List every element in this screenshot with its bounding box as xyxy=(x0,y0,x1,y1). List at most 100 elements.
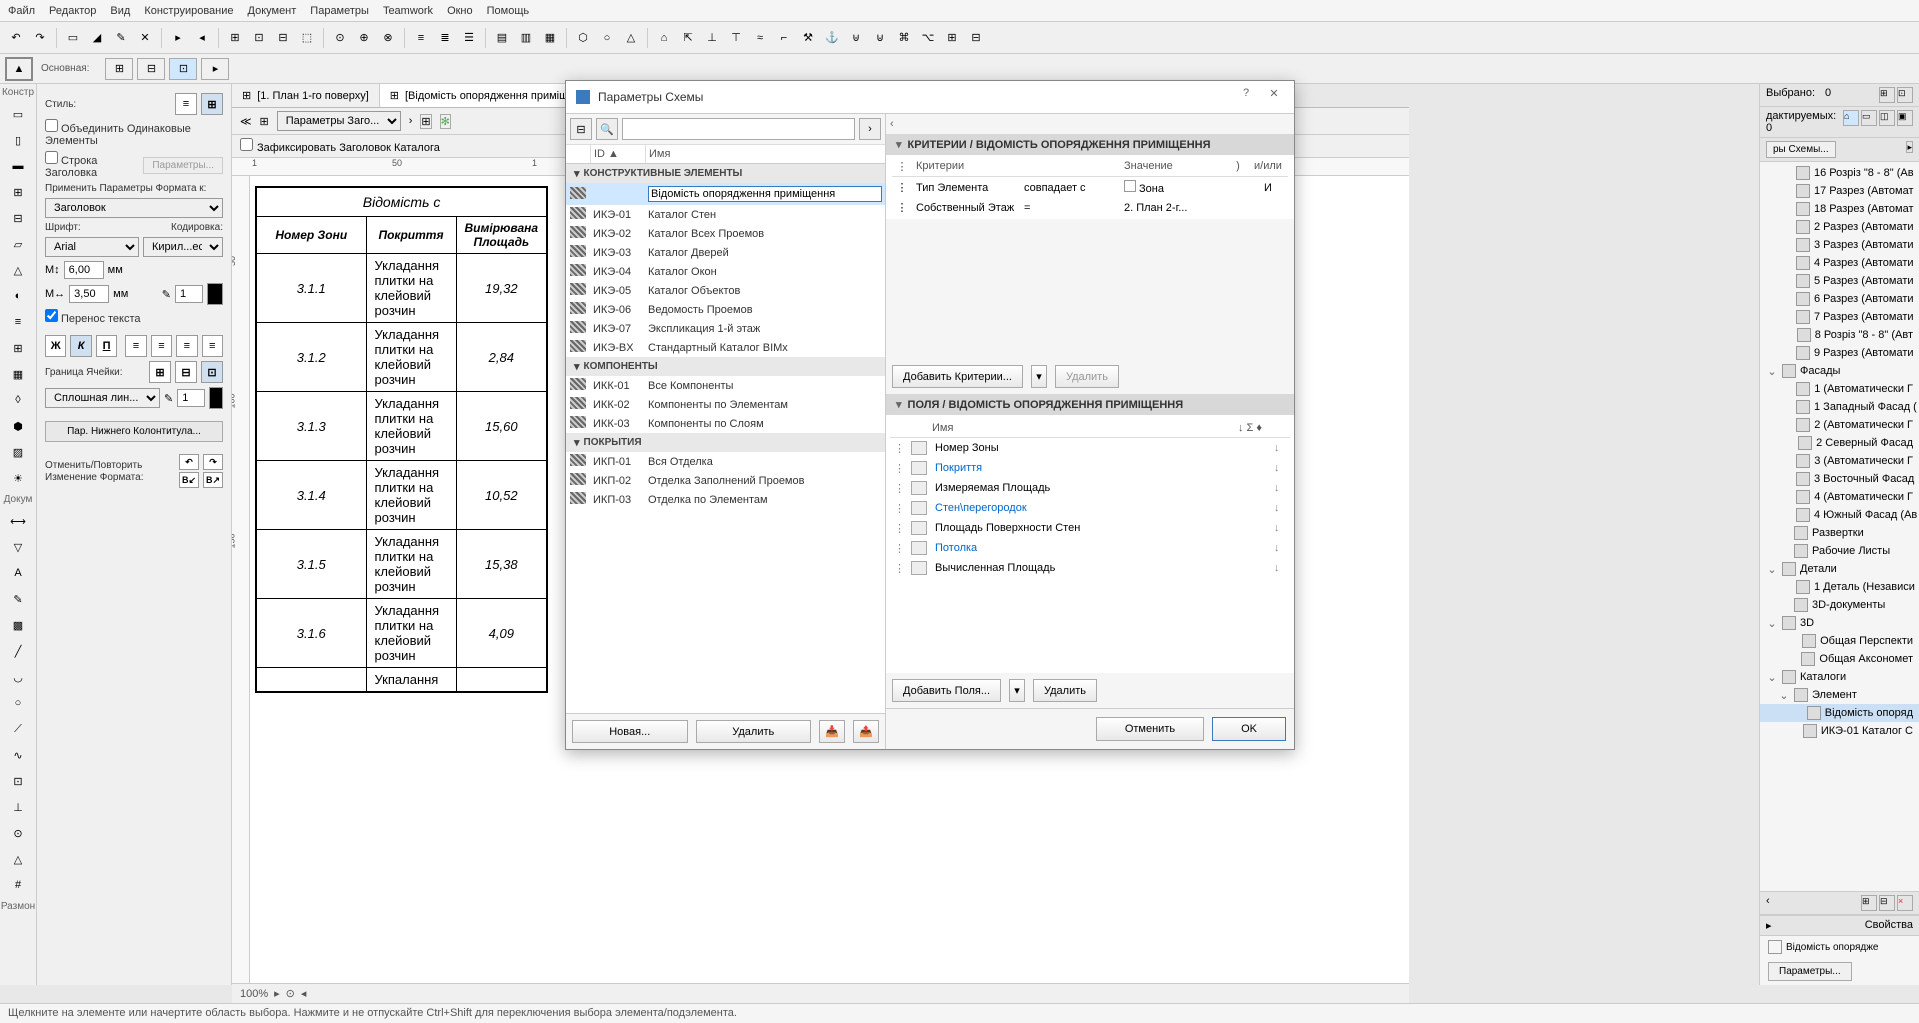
schema-list-item[interactable]: ИКЭ-03Каталог Дверей xyxy=(566,243,885,262)
menu-window[interactable]: Окно xyxy=(447,5,473,17)
tree-item[interactable]: 2 Разрез (Автомати xyxy=(1760,218,1919,236)
list-category[interactable]: ▾ КОМПОНЕНТЫ xyxy=(566,357,885,376)
area-cell[interactable] xyxy=(456,668,547,693)
tool-btn[interactable]: ⊙ xyxy=(329,27,351,49)
sort-icon[interactable]: ↓ xyxy=(1274,542,1288,554)
tool-btn[interactable]: ✎ xyxy=(110,27,132,49)
tool-btn[interactable]: ⊥ xyxy=(701,27,723,49)
style-grid-icon[interactable]: ⊞ xyxy=(201,93,223,115)
pen-input[interactable] xyxy=(175,285,203,303)
tool-btn[interactable]: ⬚ xyxy=(296,27,318,49)
stair-tool-icon[interactable]: ≡ xyxy=(3,311,33,333)
change-tool-icon[interactable]: △ xyxy=(3,848,33,870)
tree-item[interactable]: 3D-документы xyxy=(1760,596,1919,614)
cancel-button[interactable]: Отменить xyxy=(1096,717,1204,741)
tree-item[interactable]: ⌄Фасады xyxy=(1760,362,1919,380)
tree-item[interactable]: Відомість опоряд xyxy=(1760,704,1919,722)
area-cell[interactable]: 15,38 xyxy=(456,530,547,599)
color-swatch[interactable] xyxy=(207,283,223,305)
redo-format-icon[interactable]: ↷ xyxy=(203,454,223,470)
tool-btn[interactable]: ⚓ xyxy=(821,27,843,49)
undo-icon[interactable]: ↶ xyxy=(5,27,27,49)
style-list-icon[interactable]: ≡ xyxy=(175,93,197,115)
merge-checkbox[interactable]: Объединить Одинаковые Элементы xyxy=(45,119,223,147)
align-center-icon[interactable]: ≡ xyxy=(151,335,172,357)
tree-item[interactable]: ИКЭ-01 Каталог С xyxy=(1760,722,1919,740)
list-category[interactable]: ▾ КОНСТРУКТИВНЫЕ ЭЛЕМЕНТЫ xyxy=(566,164,885,183)
italic-button[interactable]: К xyxy=(70,335,91,357)
tool-btn[interactable]: ▦ xyxy=(539,27,561,49)
tool-btn[interactable]: ⊤ xyxy=(725,27,747,49)
menu-document[interactable]: Документ xyxy=(248,5,297,17)
slab-tool-icon[interactable]: ▱ xyxy=(3,233,33,255)
mode-btn[interactable]: ⊞ xyxy=(105,58,133,80)
mesh-tool-icon[interactable]: ⊞ xyxy=(3,337,33,359)
list-hdr-id[interactable]: ID ▲ xyxy=(590,145,645,163)
drag-handle[interactable]: ⋮ xyxy=(892,181,912,194)
wrap-checkbox[interactable]: Перенос текста xyxy=(45,309,141,325)
tree-toggle-icon[interactable]: ⌄ xyxy=(1766,617,1778,630)
window-tool-icon[interactable]: ⊞ xyxy=(3,181,33,203)
schema-list-item[interactable]: ИКЭ-07Экспликация 1-й этаж xyxy=(566,319,885,338)
tool-btn[interactable]: ⌥ xyxy=(917,27,939,49)
align-justify-icon[interactable]: ≡ xyxy=(202,335,223,357)
area-cell[interactable]: 19,32 xyxy=(456,254,547,323)
tool-btn[interactable]: ⊍ xyxy=(869,27,891,49)
search-icon[interactable]: 🔍 xyxy=(596,118,618,140)
footer-params-button[interactable]: Пар. Нижнего Колонтитула... xyxy=(45,421,223,442)
tool-btn[interactable]: ☰ xyxy=(458,27,480,49)
schema-list-item[interactable]: ИКП-03Отделка по Элементам xyxy=(566,490,885,509)
tool-btn[interactable]: ⊗ xyxy=(377,27,399,49)
menu-help[interactable]: Помощь xyxy=(487,5,530,17)
cover-cell[interactable]: Укладання плитки на клейовий розчин xyxy=(366,254,456,323)
schema-list-item[interactable]: ИКЭ-04Каталог Окон xyxy=(566,262,885,281)
cover-cell[interactable]: Укладання плитки на клейовий розчин xyxy=(366,599,456,668)
menu-editor[interactable]: Редактор xyxy=(49,5,96,17)
format-btn[interactable]: ⊞ xyxy=(420,114,431,129)
tree-item[interactable]: ⌄Каталоги xyxy=(1760,668,1919,686)
border-mode-icon[interactable]: ⊞ xyxy=(149,361,171,383)
shell-tool-icon[interactable]: ◐ xyxy=(3,285,33,307)
fields-dropdown-icon[interactable]: ▾ xyxy=(1009,679,1025,702)
tree-item[interactable]: 17 Разрез (Автомат xyxy=(1760,182,1919,200)
tool-btn[interactable]: △ xyxy=(620,27,642,49)
drag-handle[interactable]: ⋮ xyxy=(892,502,907,515)
tool-btn[interactable]: ⌘ xyxy=(893,27,915,49)
tool-btn[interactable]: ⊡ xyxy=(248,27,270,49)
zone-cell[interactable]: 3.1.2 xyxy=(256,323,366,392)
zoom-nav-icon[interactable]: ◂ xyxy=(301,987,307,1000)
line-color-swatch[interactable] xyxy=(209,387,223,409)
tree-item[interactable]: 2 (Автоматически Г xyxy=(1760,416,1919,434)
nav-action-icon[interactable]: × xyxy=(1897,895,1913,911)
tree-item[interactable]: Рабочие Листы xyxy=(1760,542,1919,560)
criteria-row[interactable]: ⋮Собственный Этаж=2. План 2-г... xyxy=(892,198,1288,217)
align-right-icon[interactable]: ≡ xyxy=(176,335,197,357)
tool-btn[interactable]: ▭ xyxy=(62,27,84,49)
line-style-select[interactable]: Сплошная лин... xyxy=(45,388,160,408)
clear-icon[interactable]: › xyxy=(859,118,881,140)
schema-name-input[interactable] xyxy=(648,186,882,202)
morph-tool-icon[interactable]: ◊ xyxy=(3,389,33,411)
tree-item[interactable]: 18 Разрез (Автомат xyxy=(1760,200,1919,218)
lamp-tool-icon[interactable]: ☀ xyxy=(3,467,33,489)
cover-cell[interactable]: Укпалання xyxy=(366,668,456,693)
nav-mode-icon[interactable]: ▭ xyxy=(1861,110,1877,126)
tree-toggle-icon[interactable]: ⌄ xyxy=(1766,671,1778,684)
menu-options[interactable]: Параметры xyxy=(310,5,369,17)
border-mode-icon[interactable]: ⊟ xyxy=(175,361,197,383)
cover-cell[interactable]: Укладання плитки на клейовий розчин xyxy=(366,530,456,599)
search-input[interactable] xyxy=(622,118,855,140)
field-row[interactable]: ⋮Стен\перегородок↓ xyxy=(890,498,1290,518)
tool-btn[interactable]: ○ xyxy=(596,27,618,49)
border-mode-icon[interactable]: ⊡ xyxy=(201,361,223,383)
nav-action-icon[interactable]: ⊞ xyxy=(1861,895,1877,911)
nav-next-icon[interactable]: › xyxy=(409,115,413,127)
delete-fields-button[interactable]: Удалить xyxy=(1033,679,1097,702)
header-params-select[interactable]: Параметры Заго... xyxy=(277,111,401,131)
drag-handle[interactable]: ⋮ xyxy=(892,522,907,535)
tree-item[interactable]: 6 Разрез (Автомати xyxy=(1760,290,1919,308)
cover-cell[interactable]: Укладання плитки на клейовий розчин xyxy=(366,323,456,392)
drag-handle[interactable]: ⋮ xyxy=(892,542,907,555)
dim-tool-icon[interactable]: ⟷ xyxy=(3,510,33,532)
encoding-select[interactable]: Кирил...еский xyxy=(143,237,223,257)
